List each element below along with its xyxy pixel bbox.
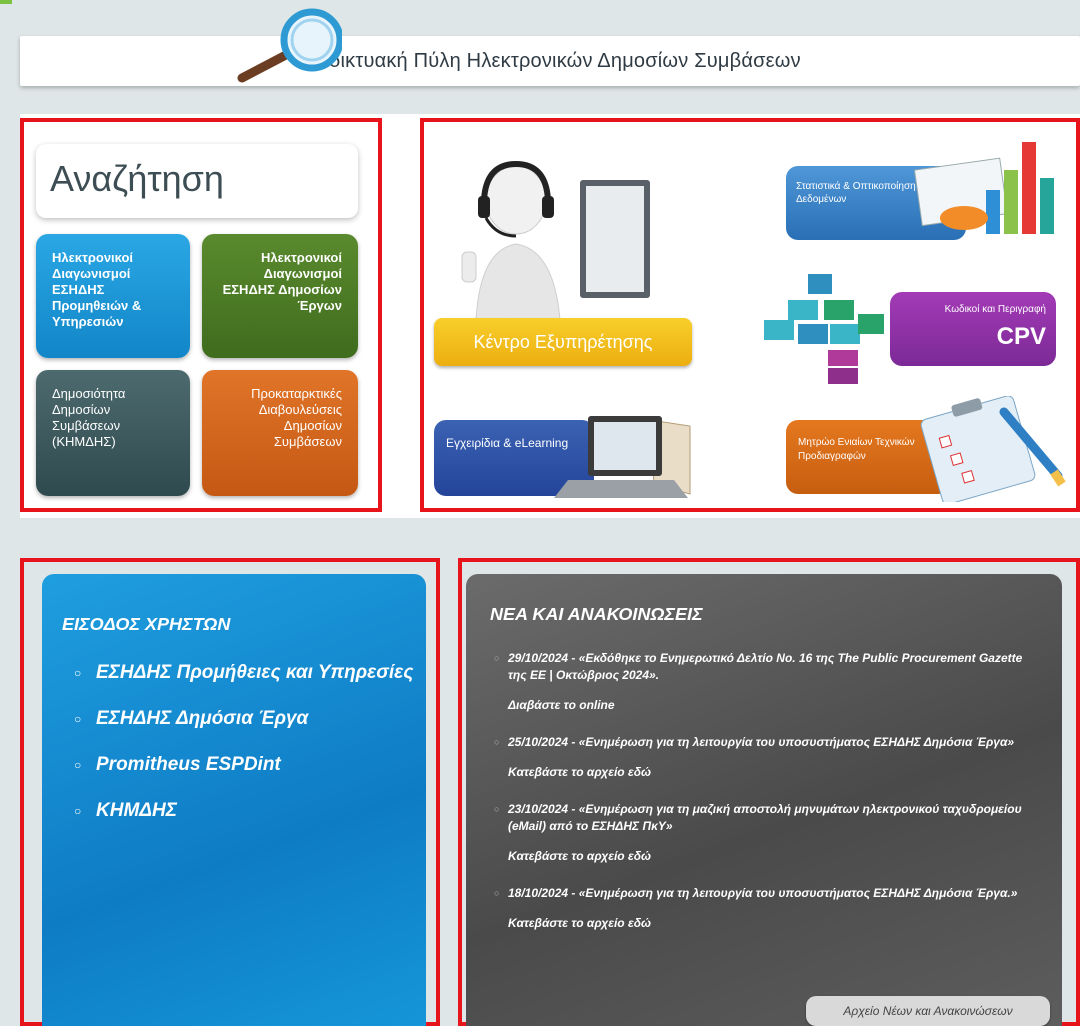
- helpdesk-button[interactable]: Κέντρο Εξυπηρέτησης: [434, 318, 692, 366]
- news-archive-button[interactable]: Αρχείο Νέων και Ανακοινώσεων: [806, 996, 1050, 1026]
- news-link[interactable]: Κατεβάστε το αρχείο εδώ: [508, 849, 1040, 863]
- bullet-icon: ○: [494, 804, 500, 814]
- laptop-book-icon: [554, 416, 691, 498]
- news-text[interactable]: 25/10/2024 - «Ενημέρωση για τη λειτουργί…: [508, 734, 1014, 751]
- cpv-caption: Κωδικοί και Περιγραφή: [944, 304, 1046, 315]
- news-title: ΝΕΑ ΚΑΙ ΑΝΑΚΟΙΝΩΣΕΙΣ: [490, 604, 703, 624]
- cpv-code: CPV: [996, 323, 1046, 350]
- login-item-label: Promitheus ESPDint: [96, 754, 281, 775]
- page-title: Διαδικτυακή Πύλη Ηλεκτρονικών Δημοσίων Σ…: [299, 49, 801, 72]
- search-card[interactable]: Αναζήτηση: [36, 144, 358, 218]
- magnifier-icon: [237, 8, 342, 83]
- tile-consultations[interactable]: Προκαταρκτικές Διαβουλεύσεις Δημοσίων Συ…: [202, 370, 358, 496]
- top-accent: [0, 0, 12, 4]
- bullet-icon: ○: [74, 712, 82, 726]
- login-title: ΕΙΣΟΔΟΣ ΧΡΗΣΤΩΝ: [62, 614, 231, 634]
- helpdesk-agent-icon: [461, 160, 650, 321]
- search-title: Αναζήτηση: [50, 158, 224, 199]
- page-title-banner: Διαδικτυακή Πύλη Ηλεκτρονικών Δημοσίων Σ…: [20, 36, 1080, 86]
- tile-esidis-supplies[interactable]: Ηλεκτρονικοί Διαγωνισμοί ΕΣΗΔΗΣ Προμηθει…: [36, 234, 190, 358]
- cpv-button[interactable]: Κωδικοί και Περιγραφή CPV: [890, 292, 1056, 366]
- bullet-icon: ○: [74, 804, 82, 818]
- news-entry: ○ 29/10/2024 - «Εκδόθηκε το Ενημερωτικό Δ…: [494, 650, 1040, 712]
- checklist-clipboard-icon: [920, 396, 1066, 502]
- news-link[interactable]: Διαβάστε το online: [508, 698, 1040, 712]
- login-item-label: ΕΣΗΔΗΣ Προμήθειες και Υπηρεσίες: [96, 662, 414, 683]
- bullet-icon: ○: [74, 666, 82, 680]
- news-panel: ΝΕΑ ΚΑΙ ΑΝΑΚΟΙΝΩΣΕΙΣ ○ 29/10/2024 - «Εκδό…: [466, 574, 1062, 1026]
- login-item-promitheus[interactable]: ○ Promitheus ESPDint: [74, 752, 414, 778]
- news-text[interactable]: 29/10/2024 - «Εκδόθηκε το Ενημερωτικό Δε…: [508, 650, 1040, 684]
- news-text[interactable]: 23/10/2024 - «Ενημέρωση για τη μαζική απ…: [508, 801, 1040, 835]
- login-item-esidis-works[interactable]: ○ ΕΣΗΔΗΣ Δημόσια Έργα: [74, 706, 414, 732]
- login-item-label: ΚΗΜΔΗΣ: [96, 800, 177, 821]
- bullet-icon: ○: [494, 653, 500, 663]
- news-entry: ○ 18/10/2024 - «Ενημέρωση για τη λειτουργ…: [494, 885, 1040, 930]
- bullet-icon: ○: [494, 888, 500, 898]
- bullet-icon: ○: [74, 758, 82, 772]
- news-text[interactable]: 18/10/2024 - «Ενημέρωση για τη λειτουργί…: [508, 885, 1017, 902]
- user-login-panel: ΕΙΣΟΔΟΣ ΧΡΗΣΤΩΝ ○ ΕΣΗΔΗΣ Προμήθειες και Υ…: [42, 574, 426, 1026]
- statistics-chart-icon: [913, 142, 1054, 234]
- tile-kimdis[interactable]: Δημοσιότητα Δημοσίων Συμβάσεων (ΚΗΜΔΗΣ): [36, 370, 190, 496]
- news-entry: ○ 25/10/2024 - «Ενημέρωση για τη λειτουργ…: [494, 734, 1040, 779]
- news-entry: ○ 23/10/2024 - «Ενημέρωση για τη μαζική α…: [494, 801, 1040, 863]
- login-list: ○ ΕΣΗΔΗΣ Προμήθειες και Υπηρεσίες ○ ΕΣΗΔΗΣ…: [74, 660, 414, 844]
- cpv-blocks-icon: [764, 274, 884, 384]
- bullet-icon: ○: [494, 737, 500, 747]
- login-item-label: ΕΣΗΔΗΣ Δημόσια Έργα: [96, 708, 309, 729]
- login-item-kimdis[interactable]: ○ ΚΗΜΔΗΣ: [74, 798, 414, 824]
- login-item-esidis-supplies[interactable]: ○ ΕΣΗΔΗΣ Προμήθειες και Υπηρεσίες: [74, 660, 414, 686]
- news-list: ○ 29/10/2024 - «Εκδόθηκε το Ενημερωτικό Δ…: [494, 650, 1040, 952]
- news-link[interactable]: Κατεβάστε το αρχείο εδώ: [508, 916, 1040, 930]
- news-link[interactable]: Κατεβάστε το αρχείο εδώ: [508, 765, 1040, 779]
- tile-esidis-works[interactable]: Ηλεκτρονικοί Διαγωνισμοί ΕΣΗΔΗΣ Δημοσίων…: [202, 234, 358, 358]
